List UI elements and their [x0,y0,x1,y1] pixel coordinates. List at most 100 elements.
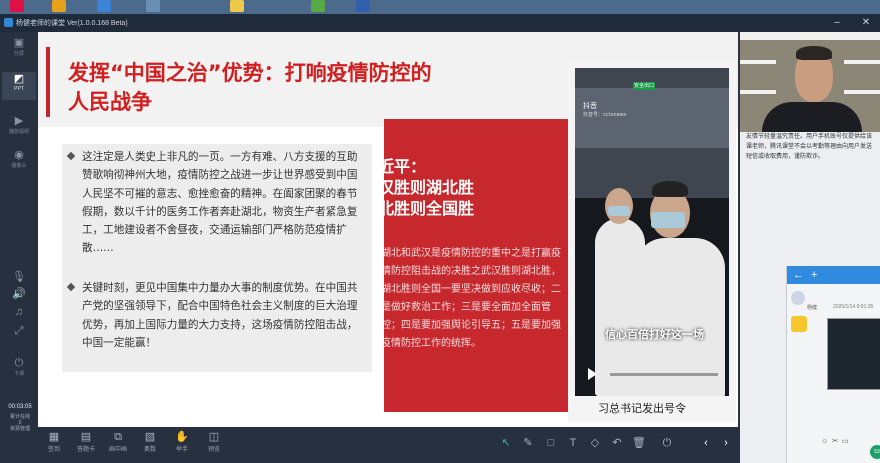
chat-window: ← + 杨健 2020/1/14 9:01:35 ☺✂▭ [786,266,880,463]
mic-button[interactable]: 🎙 [2,270,36,284]
red-heading-line-1: 近平： [384,157,427,176]
chat-screenshot-thumbnail[interactable] [827,318,880,390]
video-play-icon[interactable] [588,368,597,380]
left-toolbar: ▣ 分屏 ◩ PPT ▶ 播放视频 ◉ 摄像头 🎙 🔊 ♫ ⤢ ⏻ 下课 [0,32,38,427]
video-subtitle: 信心百倍打好这一场 [605,328,704,341]
math-icon: ▧ [144,431,156,443]
exit-sign: 安全出口 [633,82,655,90]
desktop-app-icon[interactable] [97,0,111,12]
pip-icon: ⧉ [114,431,122,443]
undo-tool[interactable]: ↶ [609,435,625,451]
red-heading-line-3: 北胜则全国胜 [384,199,475,218]
split-screen-button[interactable]: ▣ 分屏 [2,36,36,57]
class-timer: 00:03:05 [8,404,32,410]
stats-resource-label: 资源管理 [9,426,30,432]
raise-hand-label: 举手 [175,447,188,453]
preview-icon: ◫ [208,431,220,443]
window-titlebar: 杨健老师的课堂 Ver(1.0.0.168 Beta) – ✕ [0,14,880,32]
music-button[interactable]: ♫ [2,305,36,319]
raise-hand-icon: ✋ [175,431,189,443]
end-class-button[interactable]: ⏻ 下课 [2,356,36,377]
picture-in-picture-button[interactable]: ⧉ 画中画 [103,430,133,453]
speaker-button[interactable]: 🔊 [2,287,36,301]
text-tool[interactable]: T [565,435,581,451]
red-body-text: 湖北和武汉是疫情防控的重中之是打赢疫情防控阻击战的决胜之武汉胜则湖北胜，湖北胜则… [384,248,561,349]
chat-add-icon[interactable]: + [811,268,817,282]
pip-label: 画中画 [108,447,127,453]
ppt-button[interactable]: ◩ PPT [2,72,36,100]
desktop-app-icon[interactable] [146,0,160,12]
camera-label: 摄像头 [11,163,27,169]
teacher-body [762,102,862,132]
desktop-word-icon[interactable] [356,0,370,12]
bookshelf [844,90,880,94]
bookshelf [740,90,776,94]
red-heading: 近平： 汉胜则湖北胜 北胜则全国胜 [384,156,474,219]
chat-timestamp: 2020/1/14 9:01:35 [833,304,874,310]
calendar-icon: ▦ [48,431,60,443]
avatar[interactable] [791,316,807,332]
teacher-hair [796,46,832,60]
play-video-label: 播放视频 [8,129,29,135]
bullet-2-text: 关键时刻，更见中国集中力量办大事的制度优势。在中国共产党的坚强领导下，配合中国特… [82,282,358,349]
desktop-app-icon[interactable] [10,0,24,12]
slide-text-box: 这注定是人类史上非凡的一页。一方有难、八方支援的互助赞歌响彻神州大地，疫情防控之… [62,144,372,372]
pointer-tool[interactable]: ↖ [498,435,514,451]
chat-window-header: ← + [787,266,880,284]
shape-tool[interactable]: □ [543,435,559,451]
music-icon: ♫ [14,306,24,318]
pen-tool[interactable]: ✎ [520,435,536,451]
answer-card-button[interactable]: ▤ 答题卡 [71,430,101,453]
play-video-button[interactable]: ▶ 播放视频 [2,114,36,135]
avatar[interactable] [791,291,805,305]
video-progress-bar[interactable] [610,373,718,376]
teacher-camera [740,32,880,132]
camera-button[interactable]: ◉ 摄像头 [2,148,36,169]
slide-title: 发挥“中国之治”优势：打响疫情防控的人民战争 [68,61,432,114]
minimize-icon[interactable]: – [830,16,844,30]
answer-card-icon: ▤ [80,431,92,443]
desktop-app-icon[interactable] [52,0,66,12]
scissors-icon[interactable]: ✂ [832,438,842,445]
douyin-brand: 抖音 [583,102,597,110]
raise-hand-button[interactable]: ✋ 举手 [167,430,197,453]
video-person-center-mask [651,212,685,228]
delete-tool[interactable]: 🗑 [631,435,647,451]
split-screen-label: 分屏 [13,51,24,57]
preview-label: 预览 [207,447,220,453]
chat-back-icon[interactable]: ← [793,268,804,282]
eraser-tool[interactable]: ◇ [587,435,603,451]
checkin-button[interactable]: ▦ 签到 [39,430,69,453]
microphone-icon: 🎙 [12,271,26,283]
chat-tools: ☺✂▭ [821,437,853,445]
folder-icon[interactable]: ▭ [842,438,853,445]
ppt-icon: ◩ [13,73,25,85]
embedded-video[interactable]: 安全出口 抖音 抖音号：cctvnews 信心百倍打好这一场 [575,68,729,396]
bullet-diamond-icon [66,282,76,292]
douyin-account: 抖音号：cctvnews [583,112,627,118]
video-controls [576,362,730,384]
desktop-folder-icon[interactable] [230,0,244,12]
power-tool[interactable]: ⏻ [659,435,675,451]
ppt-label: PPT [14,86,24,92]
math-button[interactable]: ▧ 奥数 [135,430,165,453]
video-person-left-mask [608,206,630,216]
checkin-label: 签到 [47,447,60,453]
camera-icon: ◉ [14,149,24,161]
answer-card-label: 答题卡 [76,447,95,453]
next-page-button[interactable]: › [718,435,734,451]
fullscreen-icon: ⤢ [14,325,24,337]
prev-page-button[interactable]: ‹ [698,435,714,451]
desktop-app-icon[interactable] [311,0,325,12]
class-stats: 累计在线 0 资源管理 [2,414,38,432]
chat-user-name: 杨健 [807,305,818,311]
close-icon[interactable]: ✕ [859,16,873,30]
title-accent-bar [46,47,50,117]
douyin-watermark: 抖音 抖音号：cctvnews [583,102,626,119]
emoji-icon[interactable]: ☺ [821,438,832,445]
notification-badge[interactable]: 53 [870,445,880,459]
preview-button[interactable]: ◫ 预览 [199,430,229,453]
fullscreen-button[interactable]: ⤢ [2,324,36,338]
bookshelf [740,32,880,40]
bookshelf [844,60,880,64]
